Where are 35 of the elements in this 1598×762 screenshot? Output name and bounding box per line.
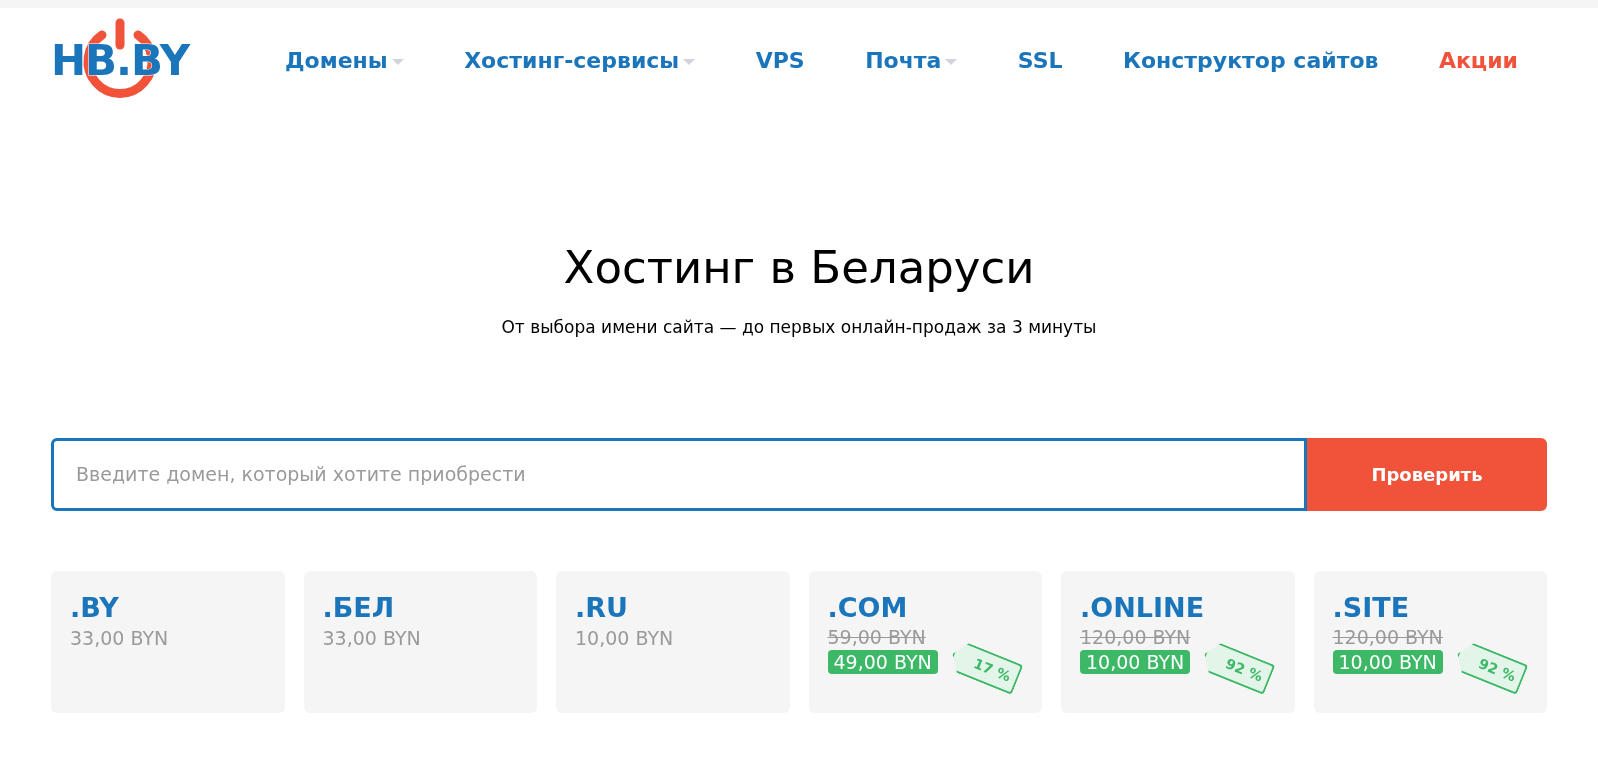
domain-card[interactable]: .БЕЛ 33,00 BYN <box>303 570 537 713</box>
domain-price: 10,00 BYN <box>575 625 674 651</box>
domain-zone: .ONLINE <box>1080 590 1205 625</box>
caret-icon <box>945 58 958 66</box>
sale-price: 10,00 BYN <box>1080 649 1191 674</box>
domain-card[interactable]: .RU 10,00 BYN <box>556 570 790 713</box>
domain-zone: .COM <box>827 590 908 625</box>
domain-card[interactable]: .SITE 120,00 BYN 10,00 BYN 92 % <box>1313 570 1547 713</box>
caret-icon <box>391 58 404 66</box>
old-price: 59,00 BYN <box>827 624 926 649</box>
domain-zone: .БЕЛ <box>322 590 395 625</box>
nav-link[interactable]: VPS <box>755 43 805 77</box>
domain-card[interactable]: .BY 33,00 BYN <box>51 570 285 713</box>
sale-price: 10,00 BYN <box>1332 649 1443 674</box>
caret-icon <box>683 58 696 66</box>
domain-price: 33,00 BYN <box>322 625 421 651</box>
hero-title: Хостинг в Беларуси <box>563 240 1035 296</box>
check-button[interactable]: Проверить <box>1307 437 1547 511</box>
nav-link[interactable]: SSL <box>1017 43 1063 77</box>
domain-zone: .SITE <box>1332 590 1410 625</box>
hero-subtitle: От выбора имени сайта — до первых онлайн-продаж за 3 минуты <box>501 316 1097 339</box>
nav-link[interactable]: Конструктор сайтов <box>1122 43 1379 77</box>
domain-card[interactable]: .ONLINE 120,00 BYN 10,00 BYN 92 % <box>1061 570 1295 713</box>
domain-search-field[interactable]: Введите домен, который хотите приобрести <box>51 437 1307 511</box>
domain-zone: .RU <box>575 590 628 625</box>
old-price: 120,00 BYN <box>1080 624 1191 649</box>
domain-price: 33,00 BYN <box>70 625 169 651</box>
nav-link[interactable]: Почта <box>865 43 958 77</box>
nav-link[interactable]: Акции <box>1438 43 1518 77</box>
domain-card[interactable]: .COM 59,00 BYN 49,00 BYN 17 % <box>808 570 1042 713</box>
nav-link[interactable]: Домены <box>285 43 404 77</box>
nav-link[interactable]: Хостинг-сервисы <box>464 43 696 77</box>
domain-zone: .BY <box>70 590 119 625</box>
old-price: 120,00 BYN <box>1332 624 1443 649</box>
sale-price: 49,00 BYN <box>827 649 938 674</box>
